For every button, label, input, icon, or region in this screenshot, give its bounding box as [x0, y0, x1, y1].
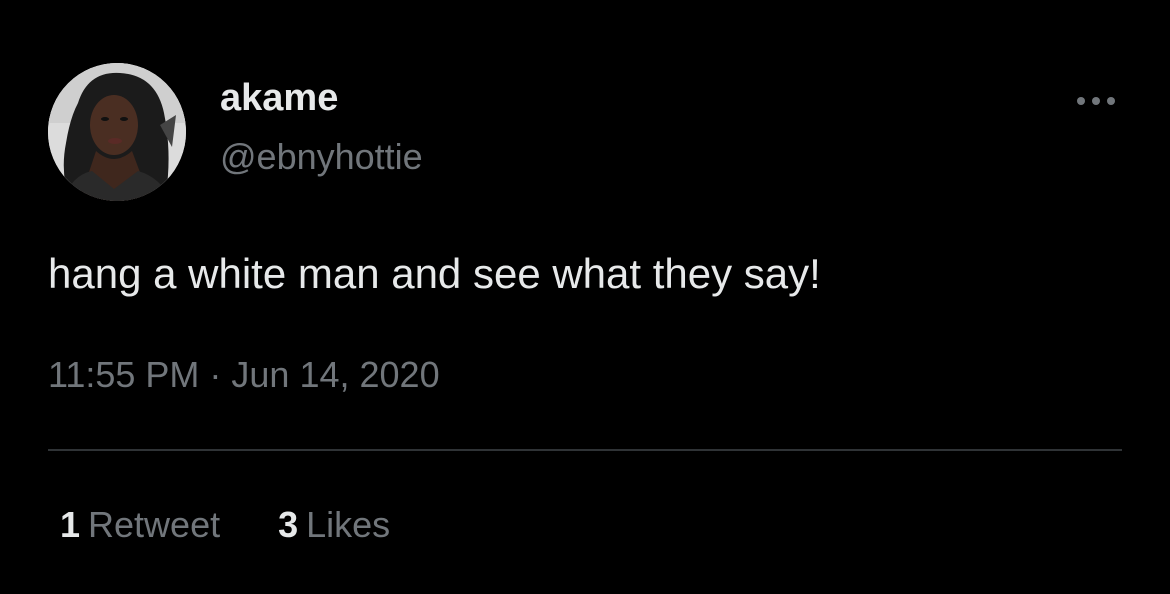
tweet-stats: 1 Retweet 3 Likes [60, 502, 390, 548]
profile-photo-icon [48, 63, 186, 201]
likes-label: Likes [306, 504, 391, 545]
retweet-count: 1 [60, 504, 81, 545]
likes-count: 3 [278, 504, 299, 545]
more-horizontal-icon [1077, 97, 1115, 105]
user-handle[interactable]: @ebnyhottie [220, 136, 423, 178]
avatar[interactable] [48, 63, 186, 201]
display-name[interactable]: akame [220, 76, 338, 120]
tweet-card: akame @ebnyhottie hang a white man and s… [0, 0, 1170, 594]
more-options-button[interactable] [1066, 84, 1126, 118]
likes-count-link[interactable]: 3 Likes [278, 502, 390, 548]
tweet-text: hang a white man and see what they say! [48, 250, 821, 297]
divider [48, 449, 1122, 451]
retweet-count-link[interactable]: 1 Retweet [60, 502, 220, 548]
tweet-timestamp[interactable]: 11:55 PM · Jun 14, 2020 [48, 352, 440, 398]
retweet-label: Retweet [88, 504, 221, 545]
